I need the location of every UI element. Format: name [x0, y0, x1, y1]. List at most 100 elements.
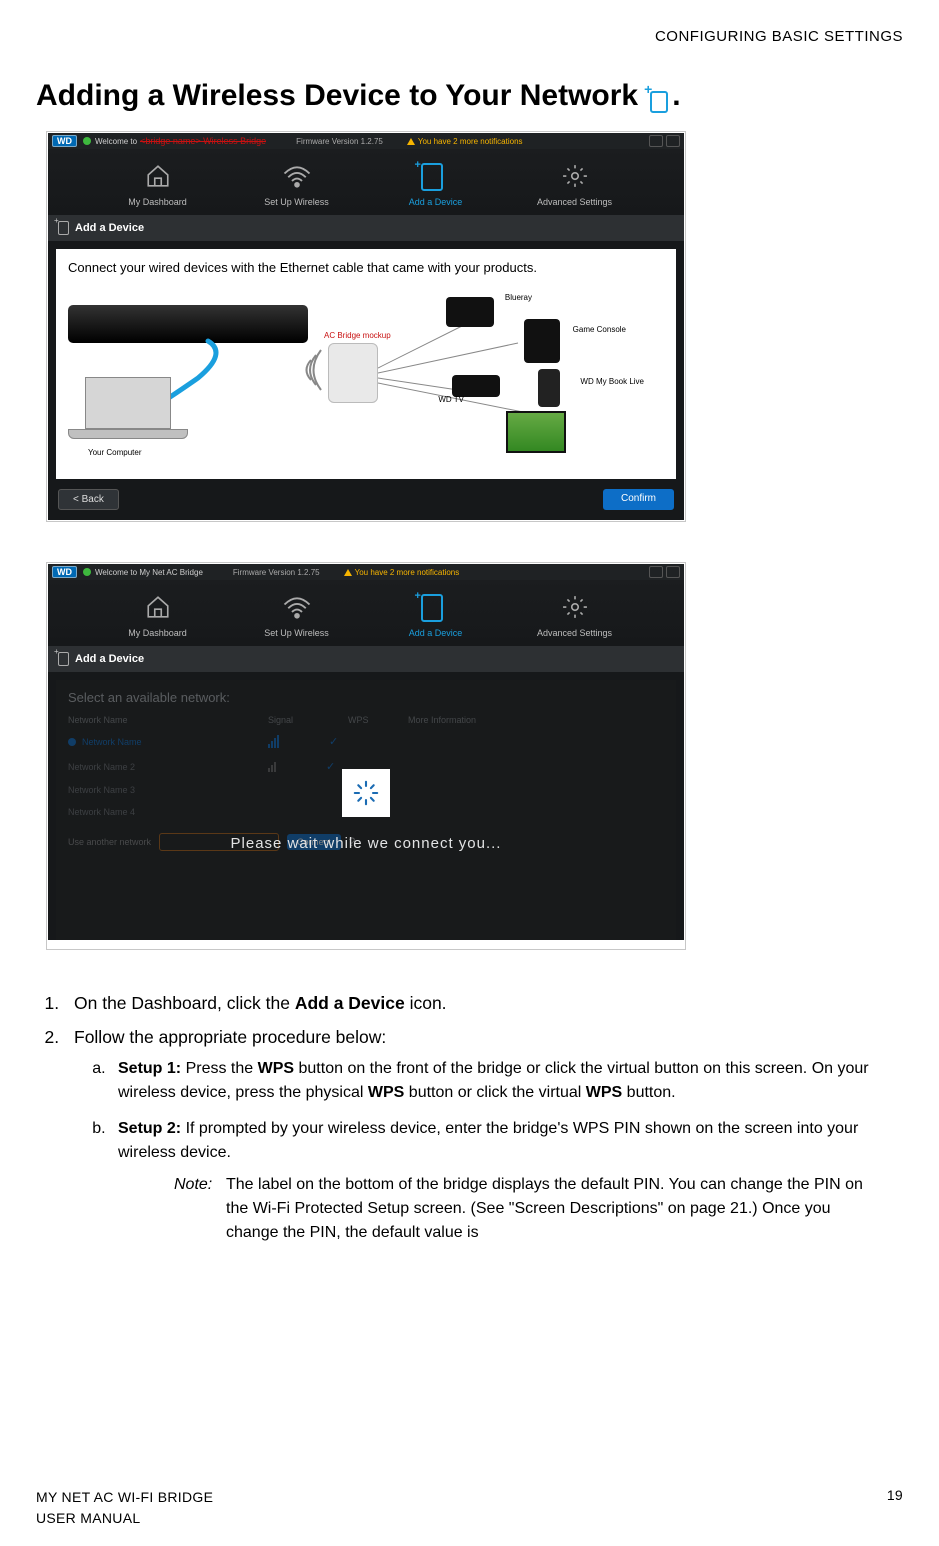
nav-advanced-2[interactable]: Advanced Settings: [520, 594, 630, 638]
notification-banner: You have 2 more notifications: [407, 137, 523, 146]
nav-dashboard[interactable]: My Dashboard: [103, 163, 213, 207]
network-panel: Select an available network: Network Nam…: [56, 680, 676, 940]
house-icon: [143, 163, 173, 189]
step-1: On the Dashboard, click the Add a Device…: [64, 990, 903, 1016]
nav-advanced[interactable]: Advanced Settings: [520, 163, 630, 207]
status-dot-icon-2: [83, 568, 91, 576]
gear-icon: [560, 163, 590, 189]
tab-device-icon-2: [58, 652, 69, 666]
add-device-nav-icon: +: [421, 163, 451, 189]
page-title: Adding a Wireless Device to Your Network…: [36, 79, 903, 113]
label-your-computer: Your Computer: [88, 448, 142, 457]
step-1-text-a: On the Dashboard, click the: [74, 993, 295, 1013]
sub-a-4: button.: [622, 1084, 675, 1101]
page-number: 19: [887, 1487, 903, 1528]
footer-product: MY NET AC WI-FI BRIDGE: [36, 1487, 213, 1507]
back-button[interactable]: < Back: [58, 489, 119, 510]
screenshot-1: WD Welcome to <bridge name> Wireless Bri…: [46, 131, 686, 522]
label-wd-tv: WD TV: [438, 395, 464, 404]
nav-row-1: My Dashboard Set Up Wireless + Add a Dev…: [48, 149, 684, 215]
screenshot-2: WD Welcome to My Net AC Bridge Firmware …: [46, 562, 686, 950]
step-2-text: Follow the appropriate procedure below:: [74, 1027, 386, 1047]
step-2: Follow the appropriate procedure below: …: [64, 1024, 903, 1244]
connect-panel: Connect your wired devices with the Ethe…: [56, 249, 676, 479]
topbar-1: WD Welcome to <bridge name> Wireless Bri…: [48, 133, 684, 149]
welcome-text: Welcome to: [95, 137, 137, 146]
nav-add-device-label: Add a Device: [381, 197, 491, 207]
notification-text-2: You have 2 more notifications: [355, 568, 460, 577]
wd-logo-2: WD: [52, 566, 77, 578]
confirm-button[interactable]: Confirm: [603, 489, 674, 510]
status-dot-icon: [83, 137, 91, 145]
tab-label-2: Add a Device: [75, 653, 144, 665]
wd-logo: WD: [52, 135, 77, 147]
nav-wireless[interactable]: Set Up Wireless: [242, 163, 352, 207]
nav-add-device[interactable]: + Add a Device: [381, 163, 491, 207]
wifi-icon-2: [282, 594, 312, 620]
substep-a: Setup 1: Press the WPS button on the fro…: [110, 1057, 903, 1105]
step-1-text-c: icon.: [405, 993, 447, 1013]
gear-icon-2: [560, 594, 590, 620]
nav-advanced-label-2: Advanced Settings: [520, 628, 630, 638]
nav-dashboard-2[interactable]: My Dashboard: [103, 594, 213, 638]
spinner-icon: [342, 769, 390, 817]
page-footer: MY NET AC WI-FI BRIDGE USER MANUAL 19: [36, 1487, 903, 1528]
welcome-text-2: Welcome to My Net AC Bridge: [95, 568, 203, 577]
label-game-console: Game Console: [573, 325, 626, 334]
help-button-2[interactable]: [666, 566, 680, 578]
panel-instruction: Connect your wired devices with the Ethe…: [68, 259, 664, 277]
dropdown-button[interactable]: [649, 135, 663, 147]
wps-bold-3: WPS: [586, 1084, 622, 1101]
label-blueray: Blueray: [505, 293, 532, 302]
note-block: Note: The label on the bottom of the bri…: [174, 1173, 903, 1245]
button-row-1: < Back Confirm: [48, 489, 684, 520]
tab-device-icon: [58, 221, 69, 235]
loading-overlay: Please wait while we connect you...: [56, 680, 676, 940]
setup-1-label: Setup 1:: [118, 1060, 181, 1077]
dropdown-button-2[interactable]: [649, 566, 663, 578]
title-text: Adding a Wireless Device to Your Network: [36, 79, 638, 113]
sub-b-1: If prompted by your wireless device, ent…: [118, 1120, 858, 1161]
section-header: CONFIGURING BASIC SETTINGS: [36, 28, 903, 45]
nav-dashboard-label-2: My Dashboard: [103, 628, 213, 638]
nav-dashboard-label: My Dashboard: [103, 197, 213, 207]
sub-a-3: button or click the virtual: [404, 1084, 585, 1101]
nav-advanced-label: Advanced Settings: [520, 197, 630, 207]
notification-banner-2: You have 2 more notifications: [344, 568, 460, 577]
bridge-name-placeholder: <bridge name> Wireless Bridge: [140, 136, 266, 146]
connection-diagram: Your Computer AC Bridge mockup Blueray G…: [68, 283, 664, 453]
notification-text: You have 2 more notifications: [418, 137, 523, 146]
tab-bar-2: Add a Device: [48, 646, 684, 672]
add-device-icon: +: [644, 85, 668, 107]
title-period: .: [672, 79, 680, 113]
warning-icon-2: [344, 569, 352, 576]
nav-wireless-label-2: Set Up Wireless: [242, 628, 352, 638]
nav-add-device-label-2: Add a Device: [381, 628, 491, 638]
label-mybook: WD My Book Live: [580, 377, 644, 386]
setup-2-label: Setup 2:: [118, 1120, 181, 1137]
wps-bold-1: WPS: [258, 1060, 294, 1077]
warning-icon: [407, 138, 415, 145]
tab-bar-1: Add a Device: [48, 215, 684, 241]
note-label: Note:: [174, 1173, 226, 1245]
firmware-version: Firmware Version 1.2.75: [296, 137, 383, 146]
sub-a-1: Press the: [181, 1060, 257, 1077]
tab-label-1: Add a Device: [75, 222, 144, 234]
nav-row-2: My Dashboard Set Up Wireless + Add a Dev…: [48, 580, 684, 646]
nav-wireless-2[interactable]: Set Up Wireless: [242, 594, 352, 638]
topbar-2: WD Welcome to My Net AC Bridge Firmware …: [48, 564, 684, 580]
overlay-message: Please wait while we connect you...: [231, 835, 502, 852]
firmware-version-2: Firmware Version 1.2.75: [233, 568, 320, 577]
wps-bold-2: WPS: [368, 1084, 404, 1101]
nav-add-device-2[interactable]: + Add a Device: [381, 594, 491, 638]
add-device-nav-icon-2: +: [421, 594, 451, 620]
step-1-bold: Add a Device: [295, 993, 405, 1013]
footer-manual: USER MANUAL: [36, 1508, 213, 1528]
nav-wireless-label: Set Up Wireless: [242, 197, 352, 207]
house-icon-2: [143, 594, 173, 620]
note-body: The label on the bottom of the bridge di…: [226, 1173, 886, 1245]
help-button[interactable]: [666, 135, 680, 147]
instruction-list: On the Dashboard, click the Add a Device…: [36, 990, 903, 1245]
wifi-icon: [282, 163, 312, 189]
substep-b: Setup 2: If prompted by your wireless de…: [110, 1117, 903, 1245]
